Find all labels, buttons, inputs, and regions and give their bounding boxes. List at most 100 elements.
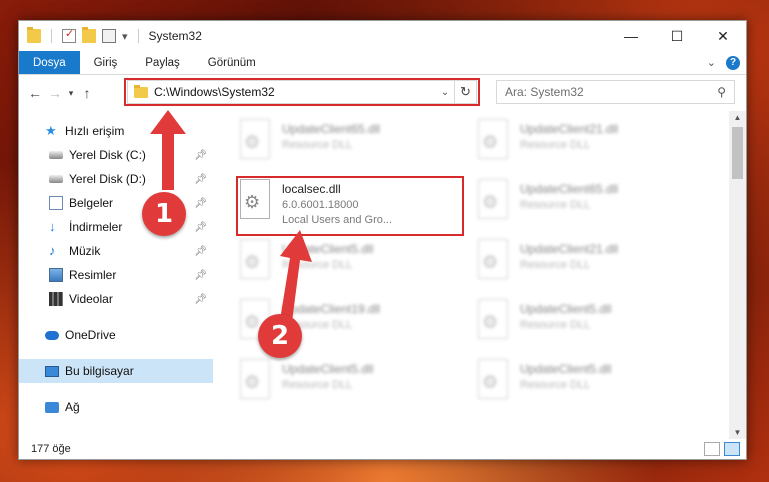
vertical-scrollbar[interactable]: ▲ ▼ — [729, 111, 746, 439]
maximize-button[interactable]: ☐ — [654, 21, 700, 51]
navigation-pane: ★ Hızlı erişim Yerel Disk (C:) 📌︎ Yerel … — [19, 111, 214, 439]
customize-icon[interactable] — [102, 29, 116, 43]
separator — [137, 29, 139, 43]
file-type: Resource DLL — [520, 379, 591, 391]
nav-label: Bu bilgisayar — [65, 364, 134, 378]
address-highlight-box — [124, 78, 480, 106]
file-name: UpdateClient5.dll — [520, 362, 612, 376]
star-icon: ★ — [45, 123, 57, 138]
tab-home[interactable]: Giriş — [80, 51, 132, 74]
close-button[interactable]: ✕ — [700, 21, 746, 51]
search-icon: ⚲ — [717, 85, 726, 99]
file-type: Resource DLL — [520, 319, 591, 331]
nav-network[interactable]: Ağ — [19, 395, 213, 419]
back-arrow-icon[interactable]: ← — [25, 85, 45, 101]
dll-file-icon: ⚙ — [476, 119, 510, 161]
file-type: Resource DLL — [282, 379, 353, 391]
file-list: ⚙ UpdateClient65.dll Resource DLL ⚙ local… — [214, 111, 729, 439]
tab-file[interactable]: Dosya — [19, 51, 80, 74]
dll-file-icon: ⚙ — [476, 239, 510, 281]
nav-label: Belgeler — [69, 196, 114, 210]
forward-arrow-icon[interactable]: → — [45, 85, 65, 101]
file-item[interactable]: ⚙ UpdateClient5.dll Resource DLL — [238, 239, 458, 287]
help-icon[interactable]: ? — [726, 55, 740, 70]
file-item[interactable]: ⚙ UpdateClient65.dll Resource DLL — [238, 119, 458, 167]
file-name: UpdateClient5.dll — [520, 302, 612, 316]
nav-label: Yerel Disk (C:) — [69, 148, 146, 162]
computer-icon — [45, 365, 59, 377]
file-item[interactable]: ⚙ UpdateClient65.dll Resource DLL — [476, 179, 696, 227]
nav-this-pc[interactable]: Bu bilgisayar — [19, 359, 213, 383]
file-item[interactable]: ⚙ UpdateClient21.dll Resource DLL — [476, 239, 696, 287]
file-name: UpdateClient5.dll — [282, 242, 374, 256]
nav-label: Videolar — [69, 292, 113, 306]
main-content: ★ Hızlı erişim Yerel Disk (C:) 📌︎ Yerel … — [19, 111, 746, 439]
new-folder-icon[interactable] — [82, 27, 96, 43]
dll-file-icon: ⚙ — [238, 359, 272, 401]
nav-item-videos[interactable]: Videolar 📌︎ — [19, 287, 213, 311]
file-type: Resource DLL — [520, 139, 591, 151]
dll-file-icon: ⚙ — [476, 359, 510, 401]
details-view-icon[interactable] — [704, 442, 720, 456]
file-item[interactable]: ⚙ UpdateClient5.dll Resource DLL — [476, 359, 696, 407]
file-type: Resource DLL — [282, 259, 353, 271]
dll-file-icon: ⚙ — [238, 119, 272, 161]
scroll-up-icon[interactable]: ▲ — [729, 113, 746, 122]
expand-ribbon-icon[interactable]: ⌄ — [707, 56, 716, 69]
search-input[interactable]: Ara: System32 — [505, 85, 717, 99]
file-name: UpdateClient21.dll — [520, 122, 619, 136]
nav-item-disk-c[interactable]: Yerel Disk (C:) 📌︎ — [19, 143, 213, 167]
file-name: UpdateClient21.dll — [520, 242, 619, 256]
network-icon — [45, 401, 59, 413]
file-type: Resource DLL — [282, 139, 353, 151]
file-item[interactable]: ⚙ UpdateClient5.dll Resource DLL — [238, 359, 458, 407]
nav-label: İndirmeler — [69, 220, 123, 234]
file-name: UpdateClient5.dll — [282, 362, 374, 376]
scroll-down-icon[interactable]: ▼ — [729, 428, 746, 437]
minimize-button[interactable]: — — [608, 21, 654, 51]
disk-icon — [49, 175, 63, 183]
nav-quick-access[interactable]: ★ Hızlı erişim — [19, 119, 213, 143]
file-item[interactable]: ⚙ UpdateClient5.dll Resource DLL — [476, 299, 696, 347]
nav-onedrive[interactable]: OneDrive — [19, 323, 213, 347]
pictures-icon — [49, 268, 63, 282]
item-count: 177 öğe — [31, 443, 71, 455]
pin-icon: 📌︎ — [194, 149, 207, 161]
pin-icon: 📌︎ — [194, 269, 207, 281]
window-controls: — ☐ ✕ — [608, 21, 746, 51]
nav-item-music[interactable]: ♪ Müzik 📌︎ — [19, 239, 213, 263]
status-bar: 177 öğe — [19, 439, 746, 459]
cloud-icon — [45, 330, 59, 340]
pin-icon: 📌︎ — [194, 221, 207, 233]
pin-icon: 📌︎ — [194, 245, 207, 257]
tab-view[interactable]: Görünüm — [194, 51, 270, 74]
nav-label: Resimler — [69, 268, 117, 282]
videos-icon — [49, 292, 63, 306]
pin-icon: 📌︎ — [194, 173, 207, 185]
properties-check-icon[interactable] — [62, 27, 76, 43]
folder-icon — [27, 27, 41, 43]
file-type: Resource DLL — [520, 199, 591, 211]
scroll-thumb[interactable] — [732, 127, 743, 179]
nav-label: Hızlı erişim — [65, 124, 125, 138]
file-item[interactable]: ⚙ UpdateClient21.dll Resource DLL — [476, 119, 696, 167]
recent-locations-icon[interactable]: ▾ — [65, 88, 77, 99]
chevron-down-icon[interactable]: ▾ — [122, 30, 128, 43]
file-name: UpdateClient65.dll — [520, 182, 619, 196]
quick-access-toolbar: ▾ System32 — [19, 27, 202, 43]
nav-item-disk-d[interactable]: Yerel Disk (D:) 📌︎ — [19, 167, 213, 191]
nav-item-pictures[interactable]: Resimler 📌︎ — [19, 263, 213, 287]
search-box[interactable]: Ara: System32 ⚲ — [496, 80, 735, 104]
dll-file-icon: ⚙ — [238, 239, 272, 281]
large-icons-view-icon[interactable] — [724, 442, 740, 456]
view-toggles — [704, 442, 746, 456]
tab-share[interactable]: Paylaş — [131, 51, 194, 74]
separator — [51, 29, 52, 43]
nav-label: Ağ — [65, 400, 80, 414]
up-arrow-icon[interactable]: ↑ — [77, 85, 97, 101]
ribbon-tabs: Dosya Giriş Paylaş Görünüm ⌄ ? — [19, 51, 746, 75]
pin-icon: 📌︎ — [194, 197, 207, 209]
